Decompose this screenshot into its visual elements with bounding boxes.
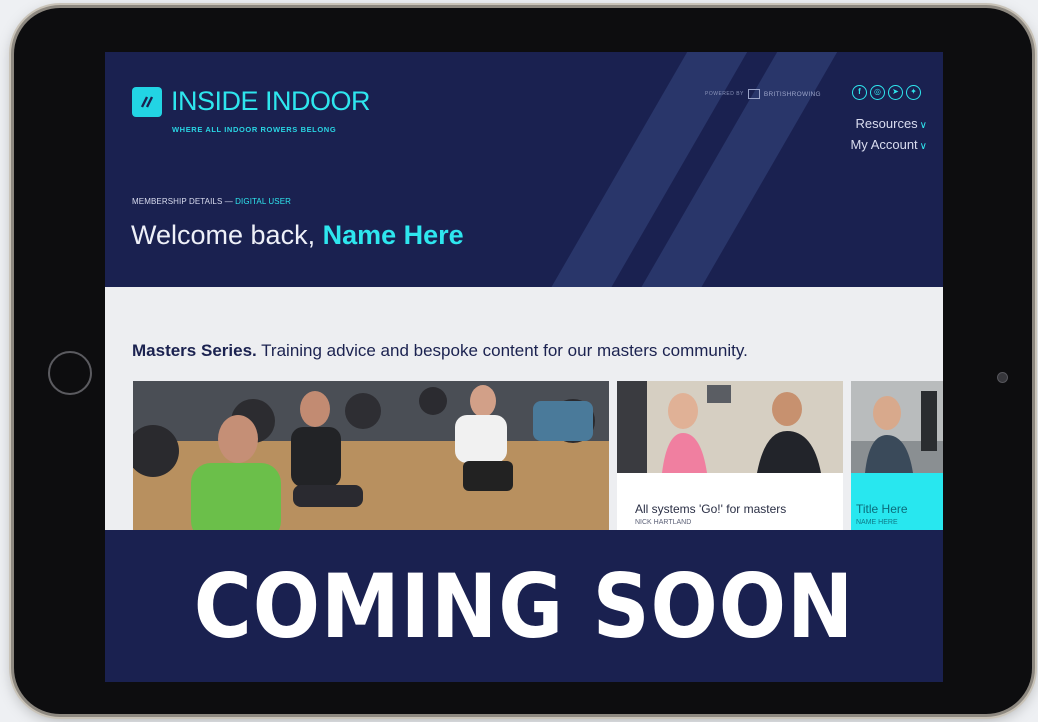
screen: INSIDE INDOOR WHERE ALL INDOOR ROWERS BE… bbox=[105, 52, 943, 682]
section-heading: Masters Series. Training advice and besp… bbox=[132, 341, 748, 361]
article-title[interactable]: All systems 'Go!' for masters bbox=[635, 502, 786, 516]
coming-soon-text: COMING SOON bbox=[193, 554, 855, 658]
section-description: Training advice and bespoke content for … bbox=[261, 341, 748, 360]
camera-icon bbox=[997, 372, 1008, 383]
article-photo bbox=[851, 381, 943, 473]
section-title: Masters Series. bbox=[132, 341, 257, 360]
twitter-icon[interactable]: ✦ bbox=[906, 85, 921, 100]
article-author: NICK HARTLAND bbox=[635, 519, 692, 526]
featured-photo[interactable] bbox=[133, 381, 609, 541]
content-section: Masters Series. Training advice and besp… bbox=[105, 287, 943, 542]
powered-by: POWERED BY BRITISHROWING bbox=[705, 89, 821, 99]
social-links: f ◎ ➤ ✦ bbox=[852, 85, 921, 100]
telegram-icon[interactable]: ➤ bbox=[888, 85, 903, 100]
chevron-down-icon: ∨ bbox=[919, 120, 927, 131]
powered-by-label: POWERED BY bbox=[705, 91, 744, 97]
welcome-heading: Welcome back, Name Here bbox=[131, 220, 464, 251]
nav-account-label: My Account bbox=[850, 137, 918, 152]
article-card[interactable]: All systems 'Go!' for masters NICK HARTL… bbox=[617, 381, 843, 541]
logo-icon[interactable] bbox=[132, 87, 162, 117]
membership-type[interactable]: DIGITAL USER bbox=[235, 197, 291, 206]
nav-resources-label: Resources bbox=[855, 116, 918, 131]
membership-details: MEMBERSHIP DETAILS — DIGITAL USER bbox=[132, 197, 291, 206]
top-nav: Resources ∨ My Account ∨ bbox=[850, 114, 927, 156]
facebook-icon[interactable]: f bbox=[852, 85, 867, 100]
article-author: NAME HERE bbox=[856, 519, 898, 526]
article-photo bbox=[617, 381, 843, 473]
chevron-down-icon: ∨ bbox=[919, 141, 927, 152]
nav-resources[interactable]: Resources ∨ bbox=[850, 114, 927, 135]
partner-name: BRITISHROWING bbox=[763, 90, 821, 98]
british-rowing-logo-icon bbox=[747, 89, 760, 99]
brand-tagline: WHERE ALL INDOOR ROWERS BELONG bbox=[172, 125, 337, 134]
nav-my-account[interactable]: My Account ∨ bbox=[850, 135, 927, 156]
article-title[interactable]: Title Here bbox=[856, 502, 908, 516]
welcome-prefix: Welcome back, bbox=[131, 220, 316, 250]
hero-section: INSIDE INDOOR WHERE ALL INDOOR ROWERS BE… bbox=[105, 52, 943, 287]
instagram-icon[interactable]: ◎ bbox=[870, 85, 885, 100]
brand-name[interactable]: INSIDE INDOOR bbox=[171, 86, 371, 117]
article-card[interactable]: Title Here NAME HERE bbox=[851, 381, 943, 541]
coming-soon-banner: COMING SOON bbox=[105, 530, 943, 682]
user-name: Name Here bbox=[322, 220, 464, 250]
membership-label: MEMBERSHIP DETAILS — bbox=[132, 197, 233, 206]
home-button[interactable] bbox=[48, 351, 92, 395]
